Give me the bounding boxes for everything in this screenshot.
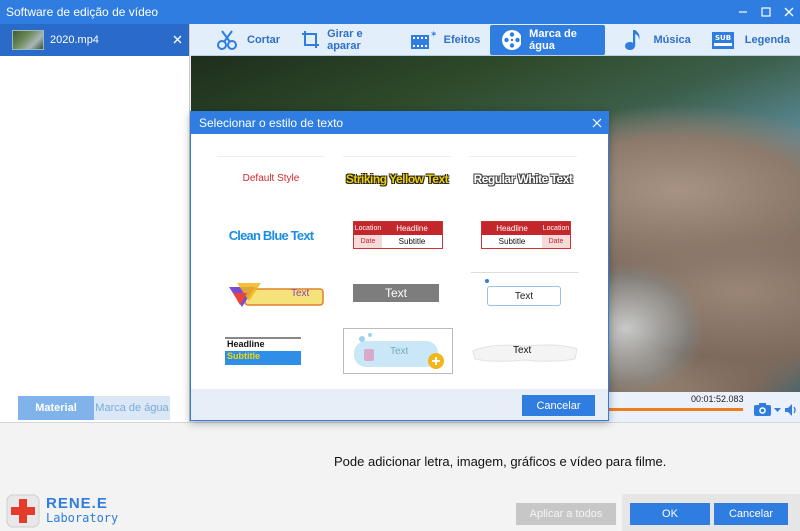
style-gray-bar[interactable]: Text (353, 284, 439, 302)
dialog-title: Selecionar o estilo de texto (199, 116, 344, 130)
style-regular-white[interactable]: Regular White Text (469, 156, 577, 200)
tab-marca-de-agua[interactable]: Marca de água (94, 396, 170, 420)
film-effects-icon: ✶ (410, 30, 436, 49)
camera-icon[interactable] (753, 402, 773, 417)
tool-efeitos[interactable]: ✶ Efeitos (400, 25, 491, 55)
tool-girar-e-aparar[interactable]: Girar e aparar (290, 25, 400, 55)
style-location: Location (354, 222, 382, 235)
remove-file-button[interactable] (169, 33, 185, 47)
tool-label: Girar e aparar (327, 27, 363, 52)
tool-cortar[interactable]: Cortar (205, 25, 290, 55)
style-bubble-box[interactable]: Text (471, 272, 579, 316)
file-item[interactable]: 2020.mp4 (0, 24, 189, 56)
tool-label: Efeitos (443, 33, 481, 46)
crop-rotate-icon (302, 30, 320, 48)
minimize-button[interactable] (731, 0, 754, 24)
style-brush-stroke[interactable]: Text (471, 330, 579, 374)
style-label: Text (390, 346, 409, 357)
tool-label: Marca de água (529, 27, 577, 52)
style-headline: Headline (482, 222, 542, 235)
tool-label: Legenda (744, 33, 790, 46)
svg-text:SUB: SUB (715, 34, 731, 42)
cancel-button[interactable]: Cancelar (714, 503, 788, 525)
style-location: Location (542, 222, 570, 235)
timecode: 00:01:52.083 (691, 394, 744, 404)
style-label: Default Style (242, 173, 300, 184)
video-thumbnail (12, 30, 44, 50)
style-date: Date (354, 235, 382, 248)
ok-button[interactable]: OK (630, 503, 710, 525)
text-style-dialog: Selecionar o estilo de texto Default Sty… (190, 111, 609, 421)
close-icon (592, 118, 602, 128)
style-subtitle: Subtitle (225, 351, 301, 365)
style-label: Clean Blue Text (228, 227, 314, 243)
logo-line-2: Laboratory (46, 511, 119, 525)
tool-musica[interactable]: Música (613, 25, 700, 55)
style-cartoon-bubble[interactable]: Text (343, 328, 453, 374)
style-default[interactable]: Default Style (217, 156, 325, 200)
close-icon (173, 35, 181, 44)
logo-line-1: RENE.E (46, 495, 108, 512)
dialog-title-bar: Selecionar o estilo de texto (191, 112, 608, 134)
style-headline-subtitle[interactable]: Headline Subtitle (221, 330, 329, 374)
style-headline-left[interactable]: Location Headline Date Subtitle (353, 221, 443, 249)
subtitle-icon: SUB (711, 31, 734, 49)
snapshot-controls (753, 402, 798, 417)
minimize-icon (738, 11, 747, 13)
style-headline: Headline (382, 222, 442, 235)
style-label: Text (487, 286, 561, 306)
dialog-cancel-button[interactable]: Cancelar (522, 395, 595, 416)
style-headline: Headline (225, 337, 301, 351)
window-title: Software de edição de vídeo (6, 5, 159, 19)
style-striking-yellow[interactable]: Striking Yellow Text (343, 156, 451, 200)
close-icon (784, 7, 793, 17)
style-label: Text (513, 345, 532, 356)
progress-bar[interactable] (600, 408, 743, 411)
maximize-button[interactable] (754, 0, 777, 24)
file-list-panel: 2020.mp4 Material Marca de água (0, 24, 190, 422)
edit-toolbar: Cortar Girar e aparar ✶ Efeitos Marca de… (191, 24, 800, 56)
rene-logo: RENE.E Laboratory (6, 494, 118, 528)
dialog-close-button[interactable] (586, 115, 608, 131)
tool-label: Música (653, 33, 691, 46)
title-bar: Software de edição de vídeo (0, 0, 800, 24)
apply-to-all-button[interactable]: Aplicar a todos (516, 503, 616, 525)
medical-cross-icon (6, 494, 40, 528)
maximize-icon (760, 7, 771, 17)
film-reel-icon (502, 29, 522, 50)
music-note-icon (625, 29, 640, 50)
svg-text:✶: ✶ (430, 30, 436, 40)
style-triangle-banner[interactable]: Text (221, 272, 329, 316)
tool-marca-de-agua[interactable]: Marca de água (490, 24, 606, 55)
file-name: 2020.mp4 (50, 34, 99, 46)
sidebar-tabs: Material Marca de água (18, 396, 170, 420)
triangle-banner-graphic (229, 283, 324, 307)
style-subtitle: Subtitle (482, 235, 542, 248)
tool-label: Cortar (247, 33, 281, 46)
style-clean-blue[interactable]: Clean Blue Text (217, 213, 325, 257)
style-date: Date (542, 235, 570, 248)
chevron-down-icon[interactable] (774, 406, 782, 414)
style-headline-right[interactable]: Headline Location Subtitle Date (481, 221, 571, 249)
tab-material[interactable]: Material (18, 396, 94, 420)
close-window-button[interactable] (777, 0, 800, 24)
style-label: Regular White Text (473, 171, 573, 186)
scissors-icon (217, 29, 237, 50)
style-label: Striking Yellow Text (345, 171, 449, 186)
playback-controls: 00:01:52.083 (600, 392, 800, 422)
style-subtitle: Subtitle (382, 235, 442, 248)
bubble-dot (485, 279, 489, 283)
tool-legenda[interactable]: SUB Legenda (701, 25, 800, 55)
style-label: Text (291, 288, 310, 299)
info-text: Pode adicionar letra, imagem, gráficos e… (334, 454, 667, 469)
volume-icon[interactable] (784, 403, 798, 417)
